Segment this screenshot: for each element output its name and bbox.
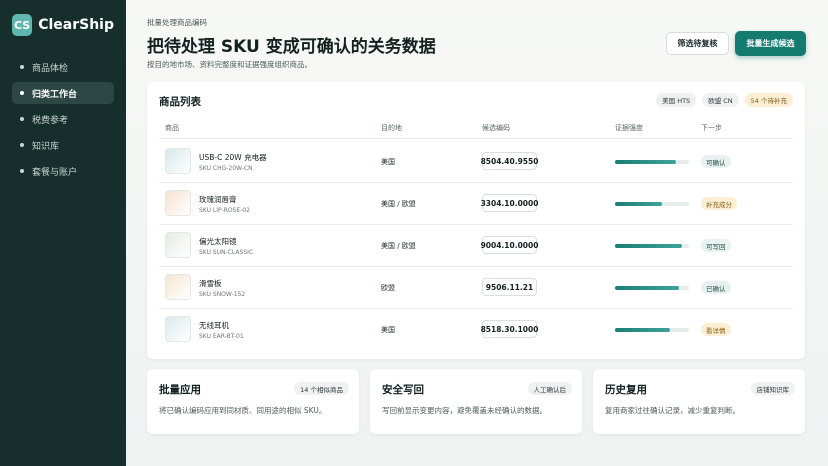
column-header-evidence: 证据强度 <box>615 124 643 132</box>
card-title: 历史复用 <box>605 384 647 396</box>
product-sku: SKU EAR-BT-01 <box>199 333 244 340</box>
sidebar-item-knowledge-base[interactable]: 知识库 <box>12 134 114 156</box>
evidence-bar <box>615 328 689 332</box>
evidence-bar-fill <box>615 286 679 290</box>
sidebar-item-label: 归类工作台 <box>32 89 78 100</box>
table-row[interactable]: 偏光太阳镜 SKU SUN-CLASSIC 美国 / 欧盟 9004.10.0000 可… <box>159 224 793 266</box>
card-safe-writeback: 安全写回 人工确认后 写回前显示变更内容，避免覆盖未经确认的数据。 <box>370 369 582 434</box>
column-header-code: 候选编码 <box>482 124 510 132</box>
sidebar-item-label: 知识库 <box>32 141 60 152</box>
product-sku: SKU CHG-20W-CN <box>199 165 253 172</box>
product-sku: SKU SNOW-152 <box>199 291 246 298</box>
bullet-icon <box>20 169 24 173</box>
bullet-icon <box>20 65 24 69</box>
table-row[interactable]: USB-C 20W 充电器 SKU CHG-20W-CN 美国 8504.40.955… <box>159 140 793 182</box>
evidence-bar-fill <box>615 244 682 248</box>
destination: 美国 <box>381 326 395 334</box>
destination: 美国 / 欧盟 <box>381 242 416 250</box>
candidate-code[interactable]: 9004.10.0000 <box>481 236 538 254</box>
product-sku: SKU LIP-ROSE-02 <box>199 207 250 214</box>
card-history-reuse: 历史复用 店铺知识库 复用商家过往确认记录，减少重复判断。 <box>593 369 805 434</box>
filter-review-button[interactable]: 筛选待复核 <box>666 32 729 55</box>
header-divider <box>159 138 793 139</box>
sidebar: CS ClearShip 商品体检归类工作台税费参考知识库套餐与账户 <box>0 0 126 466</box>
product-thumbnail <box>165 190 191 216</box>
sidebar-item-product-check[interactable]: 商品体检 <box>12 56 114 78</box>
card-chip[interactable]: 人工确认后 <box>527 382 572 395</box>
product-name: 无线耳机 <box>199 321 229 330</box>
table-header: 商品 目的地 候选编码 证据强度 下一步 <box>165 123 793 135</box>
next-step-badge[interactable]: 看详情 <box>701 323 731 336</box>
evidence-bar <box>615 286 689 290</box>
candidate-code[interactable]: 3304.10.0000 <box>481 194 538 212</box>
sidebar-item-label: 商品体检 <box>32 63 69 74</box>
bullet-icon <box>20 143 24 147</box>
product-thumbnail <box>165 148 191 174</box>
evidence-bar-fill <box>615 160 676 164</box>
product-name: 玫瑰润唇膏 <box>199 195 237 204</box>
sidebar-item-label: 税费参考 <box>32 115 69 126</box>
product-name: 偏光太阳镜 <box>199 237 237 246</box>
card-batch-apply: 批量应用 14 个相似商品 将已确认编码应用到同材质、同用途的相似 SKU。 <box>147 369 359 434</box>
table-row[interactable]: 滑雪板 SKU SNOW-152 欧盟 9506.11.21 已确认 <box>159 266 793 308</box>
evidence-bar <box>615 244 689 248</box>
destination: 美国 <box>381 158 395 166</box>
candidate-code[interactable]: 9506.11.21 <box>482 278 537 296</box>
batch-generate-button[interactable]: 批量生成候选 <box>735 31 806 56</box>
product-name: USB-C 20W 充电器 <box>199 153 267 162</box>
logo-mark-icon: CS <box>12 14 33 36</box>
app-logo[interactable]: CS ClearShip <box>12 14 114 36</box>
next-step-badge[interactable]: 已确认 <box>701 281 731 294</box>
candidate-code[interactable]: 8518.30.1000 <box>481 320 538 338</box>
card-title: 批量应用 <box>159 384 201 396</box>
destination: 欧盟 <box>381 284 395 292</box>
evidence-bar <box>615 202 689 206</box>
sidebar-item-classification[interactable]: 归类工作台 <box>12 82 114 104</box>
product-list-chips: 美国 HTS 欧盟 CN 54 个待补充 <box>656 93 793 107</box>
sidebar-item-plan-account[interactable]: 套餐与账户 <box>12 160 114 182</box>
sidebar-item-label: 套餐与账户 <box>32 167 78 178</box>
sidebar-nav: 商品体检归类工作台税费参考知识库套餐与账户 <box>12 56 114 182</box>
product-list-card: 商品列表 美国 HTS 欧盟 CN 54 个待补充 商品 目的地 候选编码 证据… <box>147 82 805 359</box>
chip-pending-count[interactable]: 54 个待补充 <box>744 93 793 107</box>
next-step-badge[interactable]: 补充成分 <box>701 197 737 210</box>
product-thumbnail <box>165 274 191 300</box>
card-description: 写回前显示变更内容，避免覆盖未经确认的数据。 <box>382 406 547 415</box>
sidebar-item-tax-reference[interactable]: 税费参考 <box>12 108 114 130</box>
column-header-destination: 目的地 <box>381 124 402 132</box>
page-subtitle: 按目的地市场、资料完整度和证据强度组织商品。 <box>147 60 312 69</box>
product-list-title: 商品列表 <box>159 96 201 108</box>
table-row[interactable]: 玫瑰润唇膏 SKU LIP-ROSE-02 美国 / 欧盟 3304.10.0000 补… <box>159 182 793 224</box>
product-sku: SKU SUN-CLASSIC <box>199 249 254 256</box>
bullet-icon <box>20 91 24 95</box>
chip-us-hts[interactable]: 美国 HTS <box>656 93 697 107</box>
table-row[interactable]: 无线耳机 SKU EAR-BT-01 美国 8518.30.1000 看详情 <box>159 308 793 350</box>
destination: 美国 / 欧盟 <box>381 200 416 208</box>
next-step-badge[interactable]: 可确认 <box>701 155 731 168</box>
page-title: 把待处理 SKU 变成可确认的关务数据 <box>147 37 436 57</box>
product-thumbnail <box>165 316 191 342</box>
card-title: 安全写回 <box>382 384 424 396</box>
product-name: 滑雪板 <box>199 279 222 288</box>
next-step-badge[interactable]: 可写回 <box>701 239 731 252</box>
chip-eu-cn[interactable]: 欧盟 CN <box>702 93 739 107</box>
column-header-next-step: 下一步 <box>701 124 722 132</box>
card-chip[interactable]: 14 个相似商品 <box>294 382 349 395</box>
candidate-code[interactable]: 8504.40.9550 <box>481 152 538 170</box>
page-kicker: 批量处理商品编码 <box>147 18 207 27</box>
card-description: 复用商家过往确认记录，减少重复判断。 <box>605 406 740 415</box>
column-header-product: 商品 <box>165 124 179 132</box>
evidence-bar-fill <box>615 328 670 332</box>
evidence-bar-fill <box>615 202 663 206</box>
app-name: ClearShip <box>38 17 114 33</box>
card-chip[interactable]: 店铺知识库 <box>750 382 795 395</box>
main-area: 批量处理商品编码 把待处理 SKU 变成可确认的关务数据 按目的地市场、资料完整… <box>126 0 828 466</box>
bullet-icon <box>20 117 24 121</box>
product-thumbnail <box>165 232 191 258</box>
card-description: 将已确认编码应用到同材质、同用途的相似 SKU。 <box>159 406 327 415</box>
evidence-bar <box>615 160 689 164</box>
